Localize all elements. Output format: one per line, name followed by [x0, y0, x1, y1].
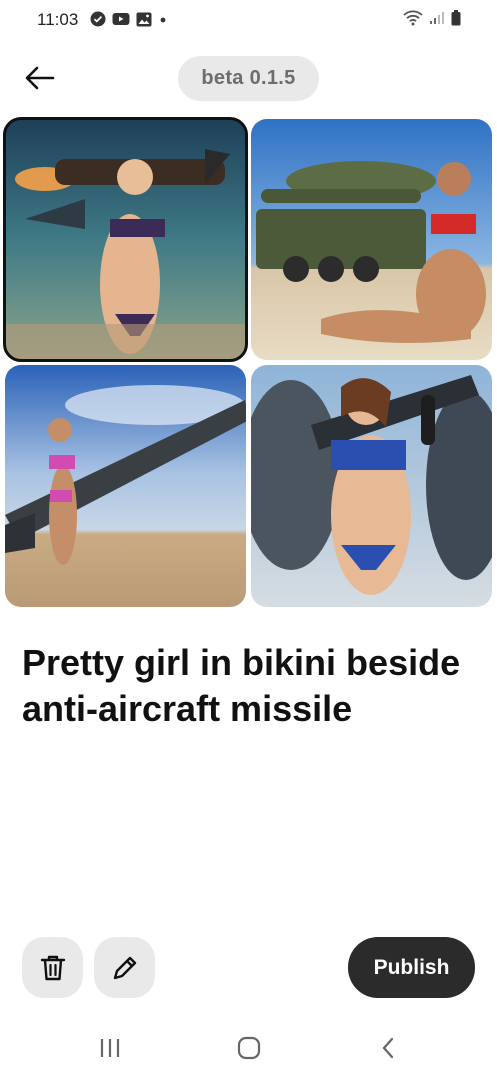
- gallery-icon: [136, 12, 152, 26]
- pencil-icon: [113, 956, 136, 979]
- edit-button[interactable]: [94, 937, 155, 998]
- image-tile-2[interactable]: [251, 119, 492, 360]
- image-tile-3[interactable]: [5, 365, 246, 607]
- back-button[interactable]: [20, 58, 60, 98]
- dot-icon: [160, 17, 166, 23]
- battery-icon: [451, 10, 461, 26]
- system-icons: [403, 10, 461, 26]
- delete-button[interactable]: [22, 937, 83, 998]
- image-tile-1[interactable]: [3, 117, 248, 362]
- wifi-icon: [403, 10, 423, 26]
- trash-icon: [40, 955, 65, 980]
- status-time: 11:03: [37, 10, 79, 29]
- generated-image-3: [5, 365, 246, 607]
- image-grid: [3, 117, 492, 607]
- status-bar: 11:03: [0, 0, 497, 40]
- generated-image-2: [251, 119, 492, 360]
- arrow-left-icon: [25, 66, 55, 90]
- signal-icon: [430, 12, 444, 24]
- prompt-title: Pretty girl in bikini beside anti-aircra…: [22, 642, 461, 729]
- back-nav-button[interactable]: [368, 1032, 408, 1064]
- recent-apps-button[interactable]: [90, 1032, 130, 1064]
- version-badge: beta 0.1.5: [178, 56, 319, 101]
- check-circle-icon: [90, 11, 106, 27]
- generated-image-4: [251, 365, 492, 607]
- system-nav-bar: [0, 1018, 497, 1078]
- chevron-left-icon: [382, 1037, 394, 1059]
- youtube-icon: [112, 13, 130, 25]
- publish-button[interactable]: Publish: [348, 937, 475, 998]
- home-button[interactable]: [229, 1032, 269, 1064]
- recent-apps-icon: [100, 1039, 120, 1057]
- home-icon: [237, 1036, 261, 1060]
- generated-image-1: [5, 119, 246, 360]
- notification-icons: [90, 11, 168, 27]
- image-tile-4[interactable]: [251, 365, 492, 607]
